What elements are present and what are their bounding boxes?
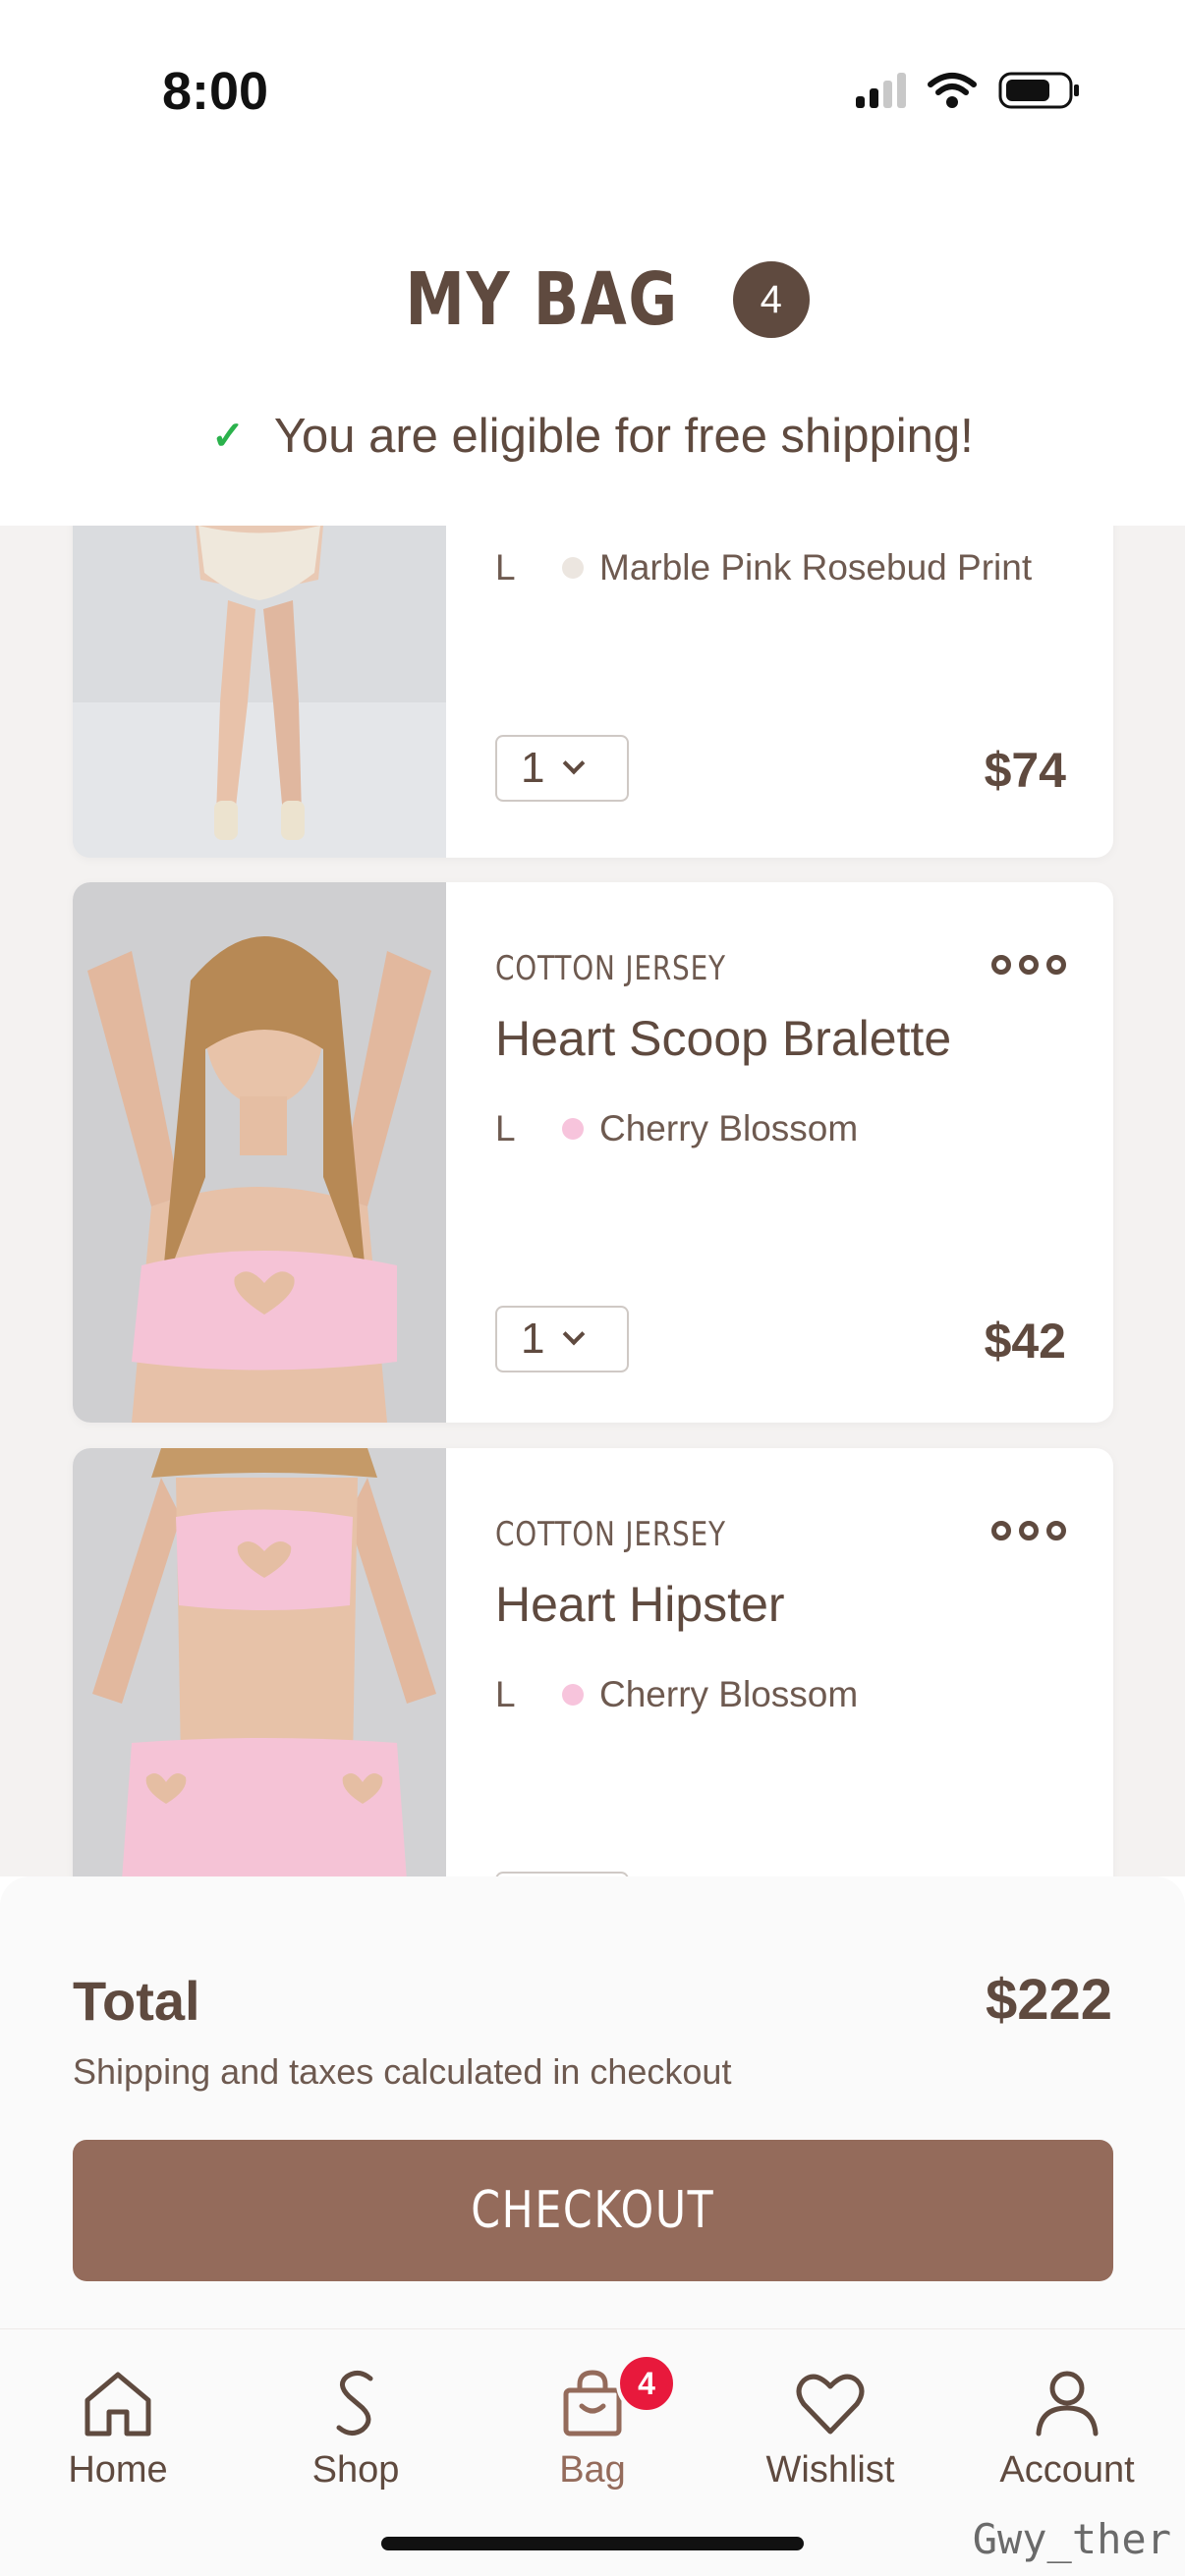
- bag-item-card[interactable]: COTTON JERSEY Heart Scoop Bralette L Che…: [73, 882, 1113, 1423]
- bag-count-badge: 4: [732, 261, 810, 338]
- item-color: Cherry Blossom: [599, 1108, 859, 1148]
- item-collection: COTTON JERSEY: [495, 1515, 726, 1554]
- bag-item-card[interactable]: COTTON JERSEY Heart Hipster L Cherry Blo…: [73, 1448, 1113, 1876]
- status-time: 8:00: [162, 62, 269, 121]
- quantity-value: 1: [521, 1315, 545, 1363]
- color-swatch: [562, 557, 584, 579]
- bag-item-card[interactable]: L Marble Pink Rosebud Print 1 $74: [73, 526, 1113, 858]
- chevron-down-icon: [563, 752, 586, 775]
- watermark: Gwy_ther: [972, 2515, 1171, 2563]
- checkout-button[interactable]: CHECKOUT: [73, 2140, 1113, 2281]
- total-value: $222: [985, 1968, 1112, 2032]
- bag-header: MY BAG 4 ✓ You are eligible for free shi…: [0, 187, 1185, 526]
- item-price: $42: [984, 1314, 1066, 1369]
- item-name[interactable]: Heart Hipster: [495, 1576, 785, 1633]
- product-image[interactable]: [73, 882, 446, 1423]
- item-color: Cherry Blossom: [599, 1674, 859, 1714]
- free-shipping-banner: ✓ You are eligible for free shipping!: [0, 409, 1185, 464]
- chevron-down-icon: [563, 1322, 586, 1346]
- tab-label: Wishlist: [765, 2449, 895, 2491]
- check-icon: ✓: [211, 415, 245, 458]
- item-name[interactable]: Heart Scoop Bralette: [495, 1010, 951, 1067]
- item-details: COTTON JERSEY Heart Scoop Bralette L Che…: [495, 882, 1066, 1423]
- item-price: $74: [984, 743, 1066, 798]
- item-collection: COTTON JERSEY: [495, 949, 726, 988]
- tab-account[interactable]: Account: [959, 2369, 1175, 2492]
- wifi-icon: [928, 73, 977, 108]
- item-color: Marble Pink Rosebud Print: [599, 547, 1033, 588]
- bag-item-list[interactable]: L Marble Pink Rosebud Print 1 $74 COTTON: [0, 526, 1185, 1876]
- order-summary: Total $222 Shipping and taxes calculated…: [0, 1876, 1185, 2328]
- shipping-taxes-note: Shipping and taxes calculated in checkou…: [73, 2051, 732, 2092]
- product-image[interactable]: [73, 526, 446, 858]
- item-variant: L Marble Pink Rosebud Print: [495, 547, 1032, 588]
- quantity-select[interactable]: 1: [495, 735, 629, 802]
- more-options-icon[interactable]: [991, 955, 1066, 975]
- tab-label: Account: [999, 2449, 1135, 2491]
- free-shipping-text: You are eligible for free shipping!: [273, 410, 974, 463]
- item-details: COTTON JERSEY Heart Hipster L Cherry Blo…: [495, 1448, 1066, 1876]
- title-row: MY BAG 4: [0, 257, 1185, 342]
- more-options-icon[interactable]: [991, 1521, 1066, 1540]
- tab-shop[interactable]: Shop: [248, 2369, 464, 2492]
- bag-tab-badge: 4: [616, 2353, 677, 2414]
- checkout-label: CHECKOUT: [471, 2181, 715, 2240]
- battery-icon: [998, 72, 1079, 109]
- item-variant: L Cherry Blossom: [495, 1108, 858, 1149]
- total-label: Total: [73, 1970, 200, 2032]
- heart-icon: [796, 2374, 865, 2435]
- item-size: L: [495, 1674, 516, 1714]
- tab-wishlist[interactable]: Wishlist: [722, 2369, 938, 2492]
- tab-bag[interactable]: 4 Bag: [484, 2353, 701, 2492]
- item-details: L Marble Pink Rosebud Print 1 $74: [495, 526, 1066, 858]
- color-swatch: [562, 1684, 584, 1706]
- home-icon: [85, 2372, 151, 2436]
- status-icons: [856, 71, 1081, 110]
- account-icon: [1036, 2371, 1099, 2436]
- page-title: MY BAG: [405, 257, 680, 342]
- tab-label: Home: [68, 2449, 168, 2491]
- tab-label: Bag: [559, 2449, 626, 2491]
- home-indicator[interactable]: [381, 2537, 804, 2550]
- product-image[interactable]: [73, 1448, 446, 1876]
- color-swatch: [562, 1118, 584, 1140]
- item-size: L: [495, 1108, 516, 1148]
- item-size: L: [495, 547, 516, 588]
- shop-icon: [336, 2371, 373, 2436]
- status-bar: 8:00: [0, 0, 1185, 187]
- tab-home[interactable]: Home: [10, 2369, 226, 2492]
- tab-label: Shop: [311, 2449, 400, 2491]
- quantity-select[interactable]: 1: [495, 1306, 629, 1372]
- item-variant: L Cherry Blossom: [495, 1674, 858, 1715]
- cellular-signal-icon: [856, 73, 906, 108]
- quantity-value: 1: [521, 744, 545, 792]
